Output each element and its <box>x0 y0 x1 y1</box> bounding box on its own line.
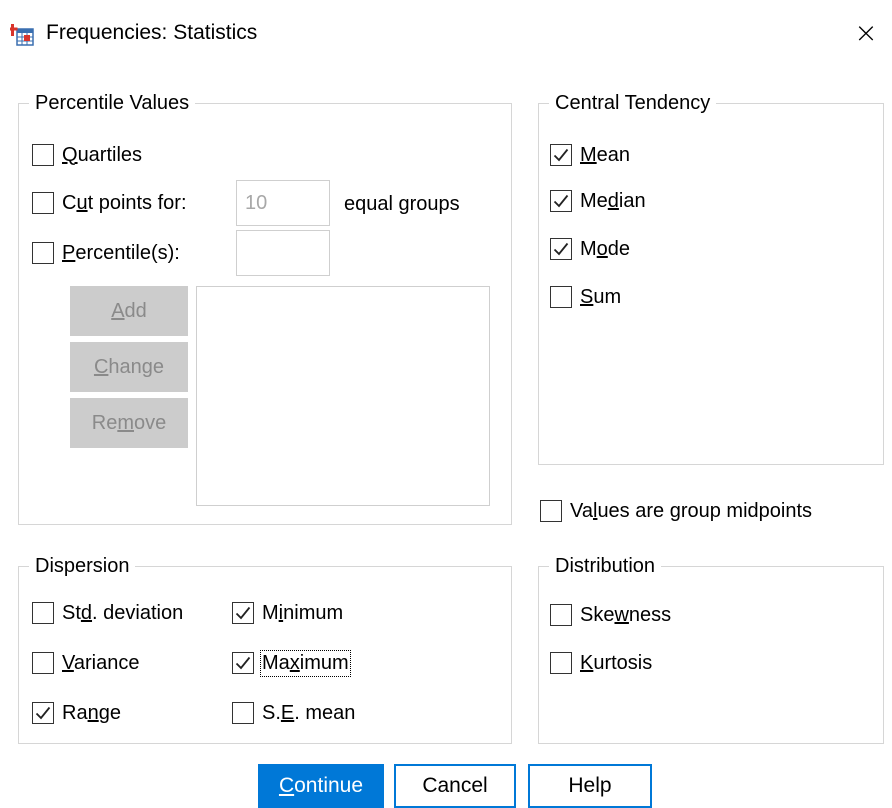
group-midpoints-label: Values are group midpoints <box>570 499 813 522</box>
checkbox-box[interactable] <box>32 144 54 166</box>
check-icon <box>553 242 569 256</box>
maximum-label: Maximum <box>260 649 351 677</box>
percentiles-label: Percentile(s): <box>62 241 180 264</box>
checkbox-box[interactable] <box>232 702 254 724</box>
cut-points-checkbox[interactable]: Cut points for: <box>32 188 187 218</box>
checkbox-box[interactable] <box>32 242 54 264</box>
cut-points-label: Cut points for: <box>62 191 187 214</box>
percentiles-input[interactable] <box>236 230 330 276</box>
checkbox-box[interactable] <box>540 500 562 522</box>
checkbox-box[interactable] <box>32 652 54 674</box>
quartiles-checkbox[interactable]: Quartiles <box>32 140 142 170</box>
checkbox-box[interactable] <box>232 652 254 674</box>
median-checkbox[interactable]: Median <box>550 186 646 216</box>
dispersion-legend: Dispersion <box>29 553 136 579</box>
equal-groups-label: equal groups <box>344 193 460 215</box>
distribution-legend: Distribution <box>549 553 662 579</box>
checkbox-box[interactable] <box>32 192 54 214</box>
mode-checkbox[interactable]: Mode <box>550 234 630 264</box>
cancel-button[interactable]: Cancel <box>394 764 516 808</box>
continue-button[interactable]: Continue <box>258 764 384 808</box>
kurtosis-label: Kurtosis <box>580 651 653 674</box>
change-button[interactable]: Change <box>70 342 188 392</box>
sum-label: Sum <box>580 285 622 308</box>
skewness-checkbox[interactable]: Skewness <box>550 600 671 630</box>
median-label: Median <box>580 189 646 212</box>
checkbox-box[interactable] <box>32 702 54 724</box>
check-icon <box>35 706 51 720</box>
title-bar: Frequencies: Statistics × <box>0 0 892 66</box>
checkbox-box[interactable] <box>550 190 572 212</box>
group-midpoints-checkbox[interactable]: Values are group midpoints <box>540 496 812 526</box>
std-deviation-checkbox[interactable]: Std. deviation <box>32 598 183 628</box>
mean-label: Mean <box>580 143 631 166</box>
checkbox-box[interactable] <box>550 238 572 260</box>
mean-checkbox[interactable]: Mean <box>550 140 630 170</box>
mode-label: Mode <box>580 237 631 260</box>
minimum-checkbox[interactable]: Minimum <box>232 598 343 628</box>
se-mean-label: S.E. mean <box>262 701 356 724</box>
check-icon <box>235 606 251 620</box>
cut-points-input[interactable] <box>236 180 330 226</box>
remove-button[interactable]: Remove <box>70 398 188 448</box>
std-deviation-label: Std. deviation <box>62 601 184 624</box>
window-title: Frequencies: Statistics <box>46 21 258 44</box>
kurtosis-checkbox[interactable]: Kurtosis <box>550 648 652 678</box>
help-button[interactable]: Help <box>528 764 652 808</box>
check-icon <box>553 148 569 162</box>
checkbox-box[interactable] <box>32 602 54 624</box>
checkbox-box[interactable] <box>232 602 254 624</box>
maximum-checkbox[interactable]: Maximum <box>232 648 351 678</box>
range-checkbox[interactable]: Range <box>32 698 121 728</box>
percentiles-checkbox[interactable]: Percentile(s): <box>32 238 180 268</box>
central-tendency-legend: Central Tendency <box>549 90 717 116</box>
percentiles-listbox[interactable] <box>196 286 490 506</box>
check-icon <box>553 194 569 208</box>
quartiles-label: Quartiles <box>62 143 143 166</box>
minimum-label: Minimum <box>262 601 344 624</box>
se-mean-checkbox[interactable]: S.E. mean <box>232 698 355 728</box>
checkbox-box[interactable] <box>550 286 572 308</box>
variance-checkbox[interactable]: Variance <box>32 648 139 678</box>
sum-checkbox[interactable]: Sum <box>550 282 621 312</box>
skewness-label: Skewness <box>580 603 672 626</box>
range-label: Range <box>62 701 121 724</box>
checkbox-box[interactable] <box>550 652 572 674</box>
percentile-values-legend: Percentile Values <box>29 90 196 116</box>
check-icon <box>235 656 251 670</box>
add-button[interactable]: Add <box>70 286 188 336</box>
variance-label: Variance <box>62 651 140 674</box>
spss-table-icon <box>7 22 34 46</box>
close-icon[interactable]: × <box>840 14 892 52</box>
checkbox-box[interactable] <box>550 144 572 166</box>
checkbox-box[interactable] <box>550 604 572 626</box>
